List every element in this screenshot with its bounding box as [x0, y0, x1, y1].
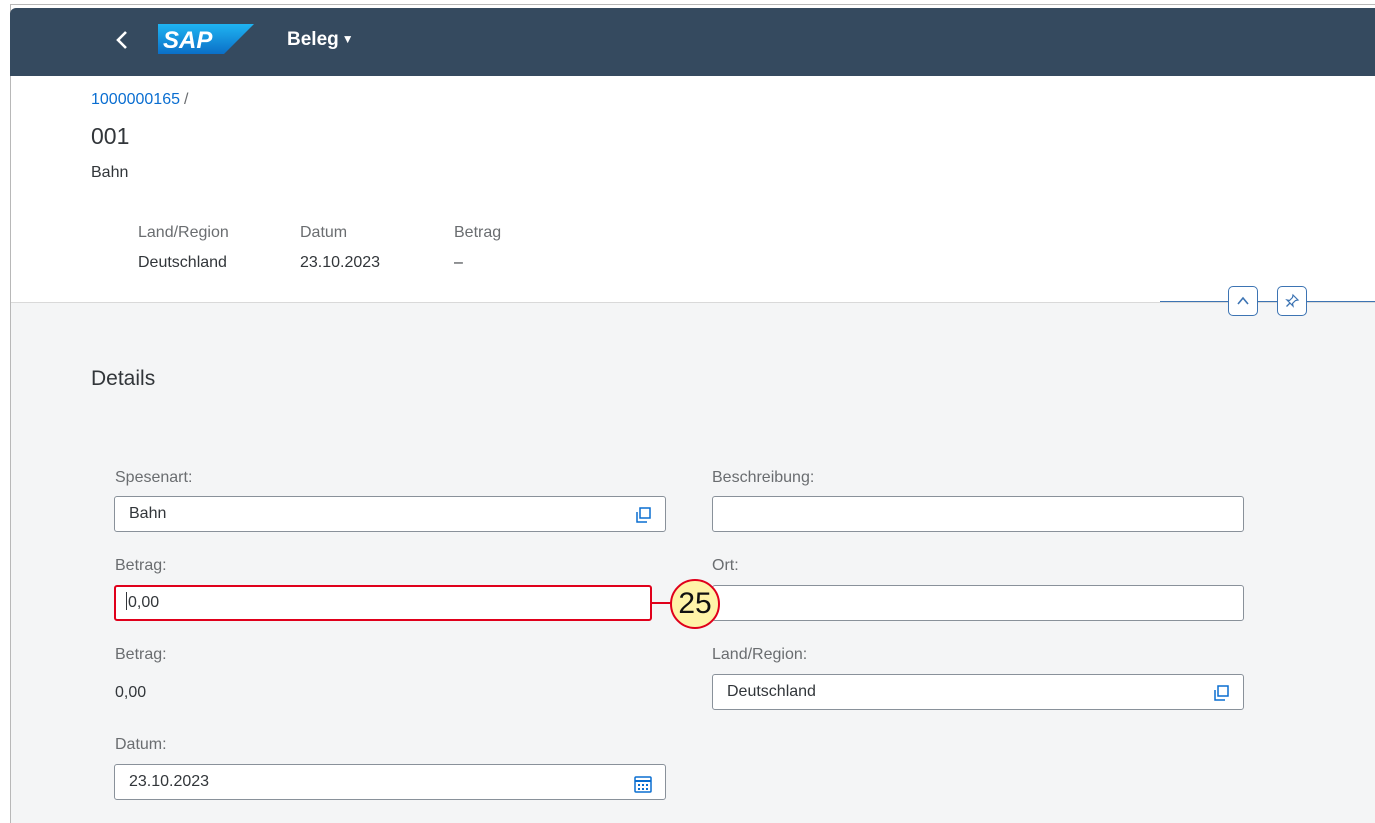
- datum-label: Datum:: [115, 736, 167, 753]
- header-attribute-betrag: Betrag –: [454, 224, 501, 272]
- spesenart-label: Spesenart:: [115, 469, 193, 486]
- datum-value: 23.10.2023: [129, 773, 210, 790]
- chevron-left-icon: [116, 31, 127, 49]
- object-header: 1000000165/ 001 Bahn Land/Region Deutsch…: [11, 76, 1375, 302]
- spesenart-field[interactable]: Bahn: [114, 496, 666, 532]
- ort-field[interactable]: [712, 585, 1244, 621]
- attribute-label: Land/Region: [138, 224, 229, 241]
- breadcrumb-separator: /: [183, 91, 189, 108]
- attribute-value: 23.10.2023: [300, 254, 381, 271]
- calendar-icon[interactable]: [633, 773, 653, 793]
- value-help-icon[interactable]: [633, 505, 653, 525]
- header-toggle-line: [1160, 301, 1375, 302]
- beschreibung-label: Beschreibung:: [712, 469, 815, 486]
- beschreibung-field[interactable]: [712, 496, 1244, 532]
- land-region-field[interactable]: Deutschland: [712, 674, 1244, 710]
- text-cursor: [126, 592, 127, 610]
- triangle-down-icon: ▼: [341, 32, 354, 46]
- collapse-header-button[interactable]: [1228, 286, 1258, 316]
- betrag-display-value: 0,00: [115, 684, 147, 701]
- details-section: Details: [11, 302, 1375, 823]
- breadcrumb-link[interactable]: 1000000165: [91, 91, 180, 108]
- back-button[interactable]: [106, 24, 138, 56]
- attribute-value: Deutschland: [138, 254, 227, 271]
- land-region-label: Land/Region:: [712, 646, 808, 663]
- attribute-label: Datum: [300, 224, 348, 241]
- chevron-up-icon: [1237, 296, 1249, 305]
- ort-label: Ort:: [712, 557, 739, 574]
- land-region-value: Deutschland: [727, 683, 816, 700]
- callout-badge: 25: [670, 579, 720, 629]
- shell-bar: SAP Beleg ▼: [10, 8, 1375, 76]
- betrag-display-label: Betrag:: [115, 646, 167, 663]
- object-subtitle: Bahn: [91, 164, 129, 181]
- datum-field[interactable]: 23.10.2023: [114, 764, 666, 800]
- pin-header-button[interactable]: [1277, 286, 1307, 316]
- attribute-value: –: [454, 254, 463, 271]
- header-attribute-datum: Datum 23.10.2023: [300, 224, 380, 272]
- value-help-icon[interactable]: [1211, 683, 1231, 703]
- pin-icon: [1285, 293, 1300, 308]
- breadcrumb: 1000000165/: [91, 91, 188, 109]
- app-title: Beleg: [287, 29, 339, 50]
- spesenart-value: Bahn: [129, 505, 167, 522]
- section-title: Details: [91, 367, 156, 390]
- betrag-input-value: 0,00: [128, 594, 160, 611]
- attribute-label: Betrag: [454, 224, 502, 241]
- header-attribute-land: Land/Region Deutschland: [138, 224, 229, 272]
- betrag-input-label: Betrag:: [115, 557, 167, 574]
- object-title: 001: [91, 123, 130, 149]
- svg-text:SAP: SAP: [163, 27, 213, 54]
- app-title-menu[interactable]: Beleg ▼: [287, 29, 354, 51]
- sap-logo: SAP: [158, 24, 254, 54]
- betrag-input-field[interactable]: 0,00: [114, 585, 652, 621]
